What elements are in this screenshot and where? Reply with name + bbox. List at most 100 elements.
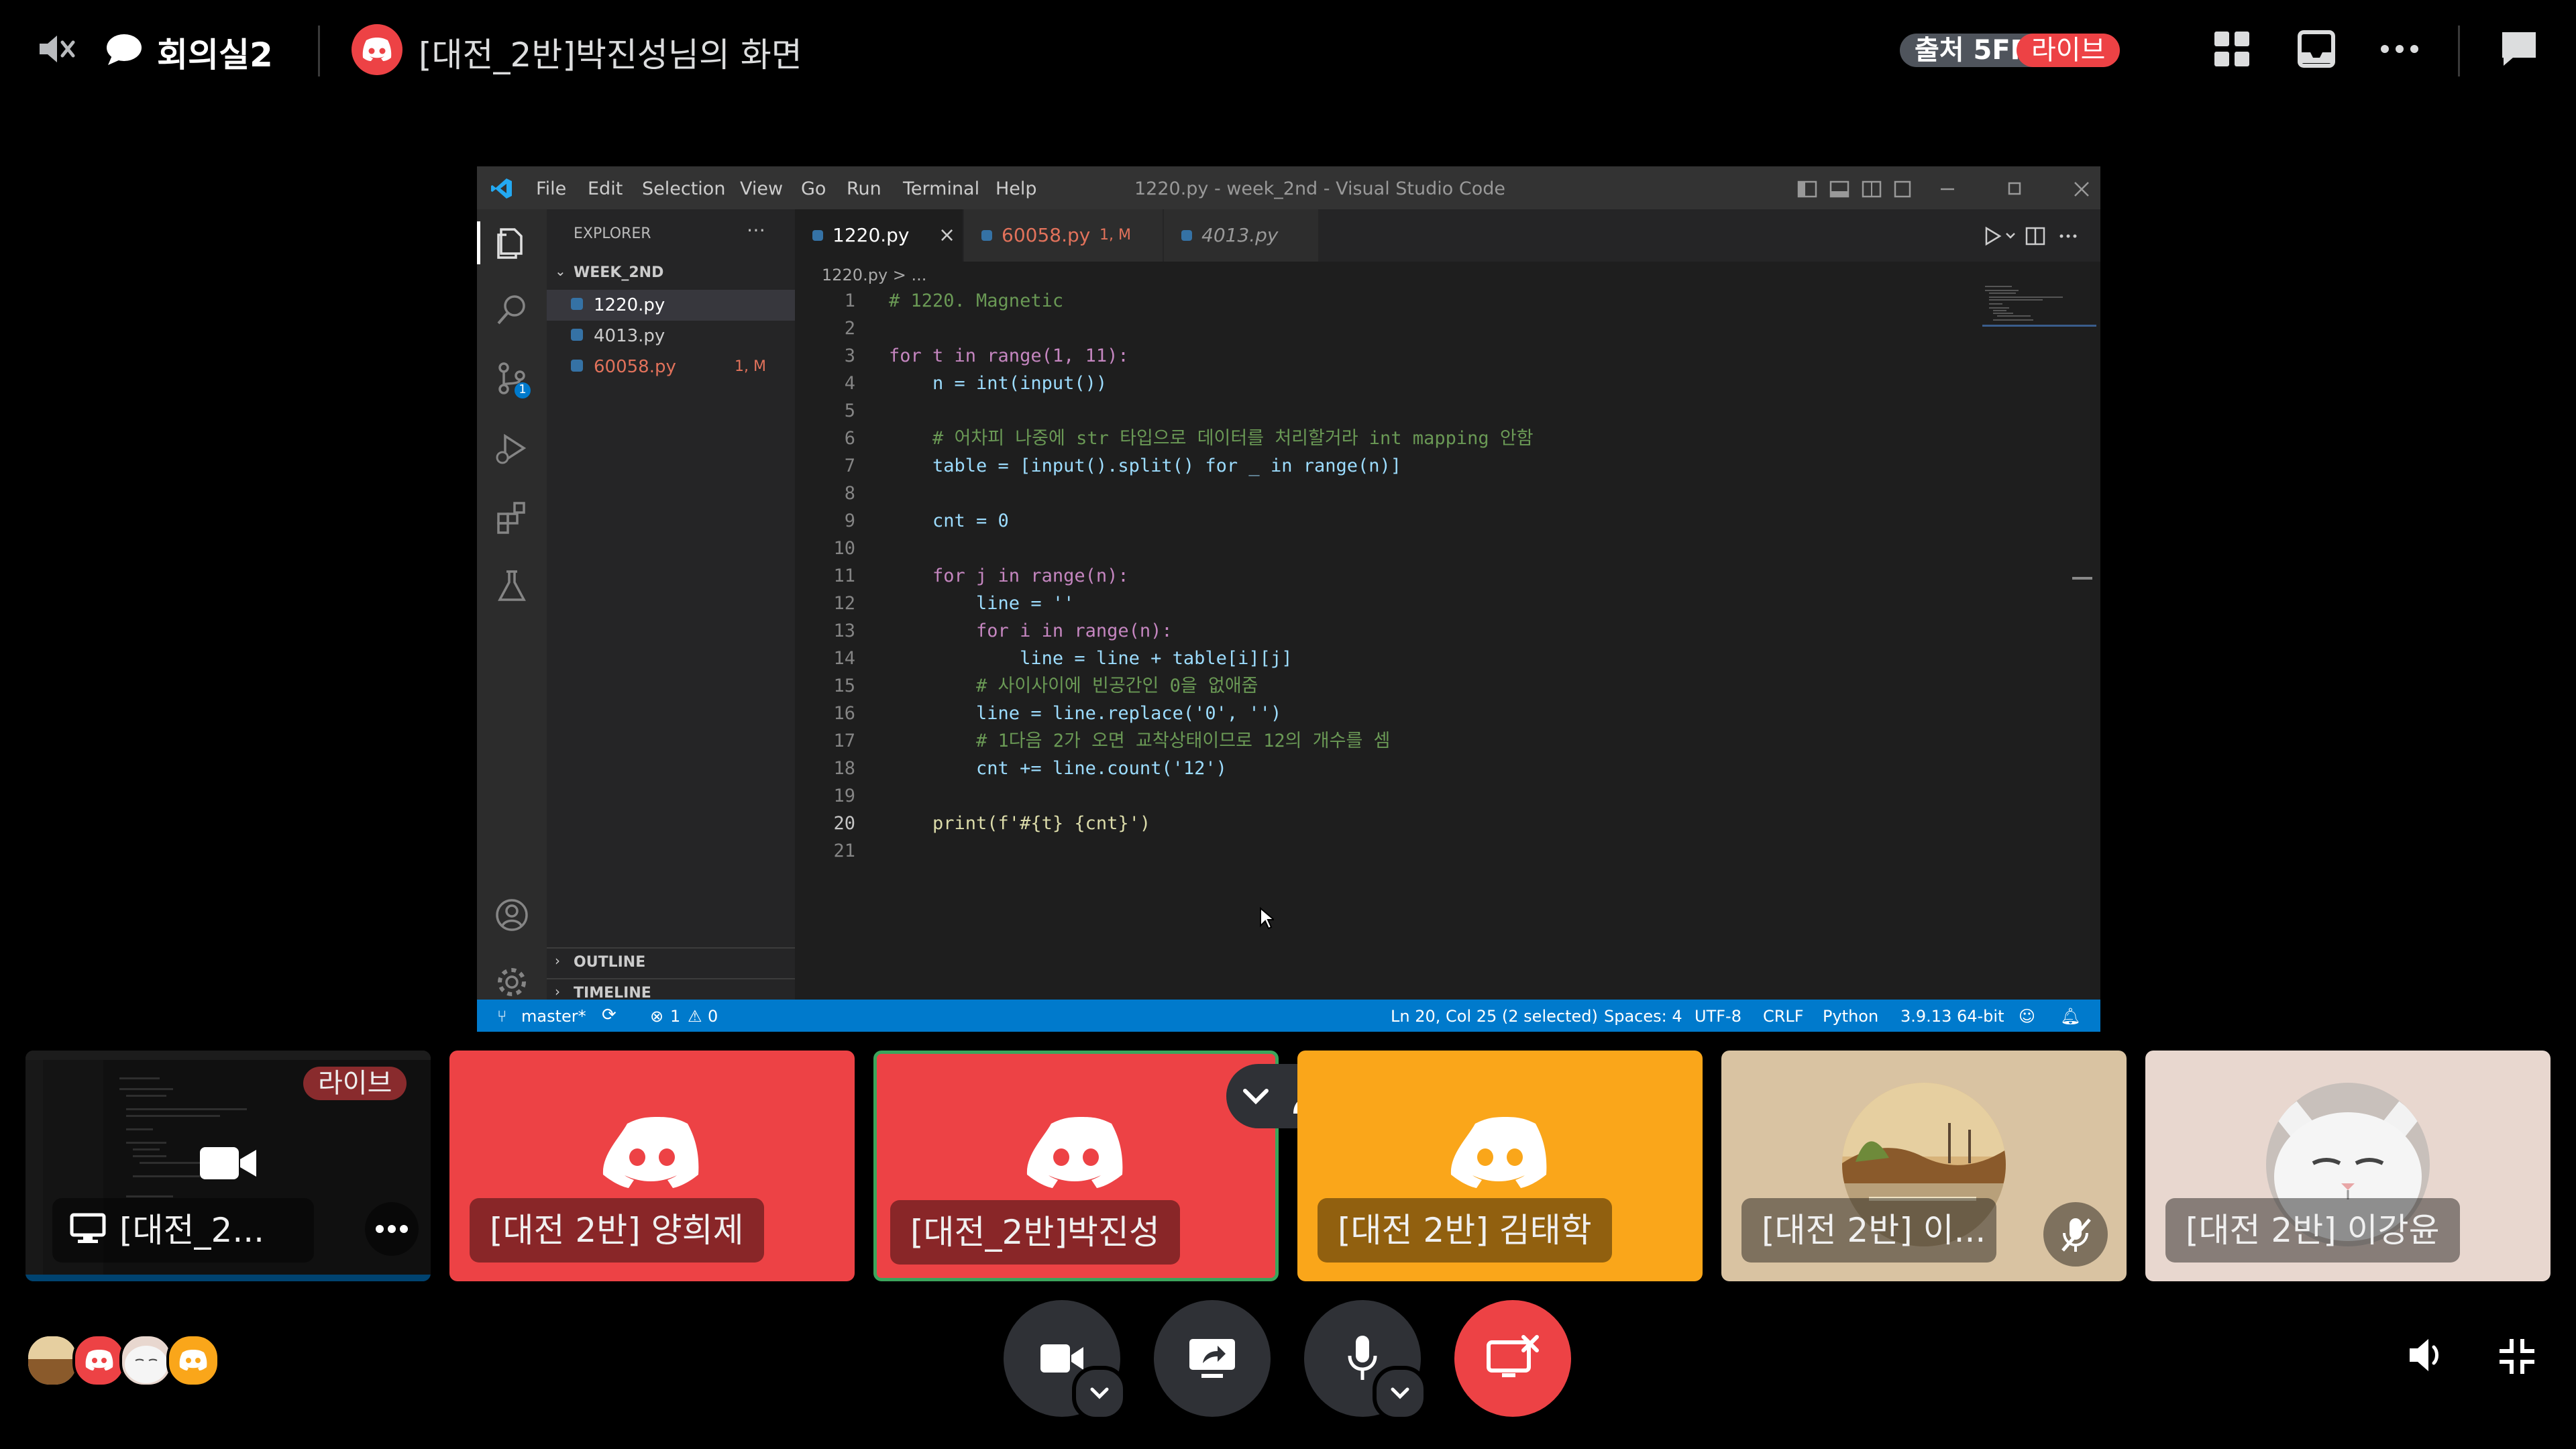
explorer-icon[interactable] [494, 225, 529, 263]
volume-icon[interactable] [2406, 1334, 2449, 1379]
run-debug-icon[interactable] [494, 431, 529, 468]
participant-tile[interactable]: [대전 2반] 양희제 [449, 1051, 855, 1281]
screen-share-icon [1189, 1339, 1235, 1378]
explorer-more-icon[interactable]: ⋯ [747, 219, 767, 241]
live-badge: 라이브 [2017, 34, 2121, 67]
tab-60058[interactable]: 60058.py 1, M [964, 209, 1163, 262]
minimap[interactable] [1982, 284, 2096, 331]
speaker-muted-icon[interactable] [32, 25, 79, 72]
code-line: line = line + table[i][j] [889, 648, 1293, 669]
search-icon[interactable] [494, 292, 529, 330]
menu-view[interactable]: View [740, 178, 783, 199]
chevron-right-icon[interactable]: › [555, 953, 560, 969]
line-number: 1 [844, 290, 855, 311]
line-number: 17 [833, 731, 855, 751]
line-number: 5 [844, 400, 855, 421]
menu-run[interactable]: Run [847, 178, 881, 199]
microphone-options-button[interactable] [1373, 1366, 1428, 1421]
window-title: 1220.py - week_2nd - Visual Studio Code [1134, 178, 1505, 199]
explorer-title: EXPLORER [574, 225, 651, 242]
leave-icon [1487, 1335, 1539, 1377]
code-line: # 어차피 나중에 str 타입으로 데이터를 처리할거라 int mappin… [889, 428, 1534, 449]
file-item[interactable]: 60058.py 1, M [547, 352, 795, 382]
chevron-right-icon[interactable]: › [555, 983, 560, 1000]
avatar[interactable] [25, 1334, 79, 1387]
warning-icon[interactable]: ⚠ [688, 1007, 702, 1026]
menu-selection[interactable]: Selection [642, 178, 725, 199]
chevron-down-icon[interactable]: ⌄ [555, 263, 566, 279]
outline-section[interactable]: OUTLINE [574, 954, 645, 971]
line-number: 4 [844, 373, 855, 394]
chat-icon[interactable] [2496, 25, 2542, 72]
minimize-icon[interactable] [2497, 1336, 2537, 1379]
cursor-position[interactable]: Ln 20, Col 25 (2 selected) [1391, 1007, 1598, 1026]
file-item[interactable]: 1220.py [547, 290, 795, 321]
feedback-icon[interactable]: ☺ [2019, 1007, 2035, 1026]
more-icon[interactable] [2376, 25, 2423, 72]
file-name: 1220.py [594, 295, 665, 315]
python-file-icon [812, 230, 823, 241]
participant-tile[interactable]: [대전 2반] 김태학 [1297, 1051, 1703, 1281]
grid-icon[interactable] [2208, 25, 2255, 72]
line-ending[interactable]: CRLF [1763, 1007, 1804, 1026]
encoding[interactable]: UTF-8 [1695, 1007, 1741, 1026]
window-controls[interactable] [1939, 180, 2094, 201]
python-file-icon [571, 329, 583, 341]
source-control-icon[interactable]: 1 [494, 361, 532, 401]
avatar[interactable] [166, 1334, 220, 1387]
account-icon[interactable] [494, 898, 529, 935]
microphone-icon [1348, 1336, 1377, 1380]
language-mode[interactable]: Python [1823, 1007, 1878, 1026]
tab-1220[interactable]: 1220.py × [795, 209, 963, 262]
discord-avatar-icon [1450, 1114, 1550, 1195]
participant-tile-speaking[interactable]: [대전_2반]박진성 [873, 1051, 1279, 1281]
camera-options-button[interactable] [1072, 1366, 1127, 1421]
close-icon[interactable]: × [938, 209, 955, 262]
indentation[interactable]: Spaces: 4 [1604, 1007, 1682, 1026]
participant-tile[interactable]: [대전 2반] 이강윤 [2145, 1051, 2551, 1281]
breadcrumb[interactable]: 1220.py > ... [822, 266, 926, 284]
tile-more-icon[interactable] [365, 1202, 419, 1256]
layout-icons[interactable] [1797, 180, 1911, 201]
run-play-icon[interactable] [1984, 225, 2091, 250]
menu-go[interactable]: Go [801, 178, 826, 199]
settings-gear-icon[interactable] [494, 965, 529, 1002]
menu-file[interactable]: File [536, 178, 566, 199]
screen-share-button[interactable] [1154, 1300, 1271, 1417]
line-number: 13 [833, 621, 855, 641]
participant-tile[interactable]: [대전 2반] 이... [1721, 1051, 2127, 1281]
sync-icon[interactable]: ⟳ [602, 1005, 616, 1025]
file-item[interactable]: 4013.py [547, 321, 795, 352]
tab-badge: 1, M [1099, 227, 1131, 244]
bell-icon[interactable]: 🔔︎ [2060, 1007, 2080, 1026]
code-line: cnt += line.count('12') [889, 758, 1227, 779]
chevron-down-icon [1241, 1080, 1271, 1115]
inbox-icon[interactable] [2293, 25, 2340, 72]
testing-icon[interactable] [494, 569, 529, 606]
line-number: 14 [833, 648, 855, 669]
line-number: 11 [833, 566, 855, 586]
scrollbar-marker [2072, 577, 2092, 580]
mouse-cursor-icon [1259, 906, 1276, 932]
branch-icon[interactable]: ⑂ [497, 1007, 506, 1026]
line-number: 8 [844, 483, 855, 504]
menu-help[interactable]: Help [996, 178, 1037, 199]
leave-call-button[interactable] [1454, 1300, 1571, 1417]
line-number: 10 [833, 538, 855, 559]
error-icon[interactable]: ⊗ [650, 1007, 663, 1026]
code-editor[interactable]: 1220.py > ... 1 # 1220. Magnetic 2 3 for t… [795, 262, 2100, 1000]
camera-icon [199, 1143, 259, 1186]
chevron-down-icon [1391, 1387, 1409, 1399]
participant-tile-screen[interactable]: 라이브 [대전_2... [25, 1051, 431, 1281]
python-interpreter[interactable]: 3.9.13 64-bit [1900, 1007, 2004, 1026]
folder-name[interactable]: WEEK_2ND [574, 264, 663, 281]
menu-terminal[interactable]: Terminal [903, 178, 979, 199]
tab-4013[interactable]: 4013.py [1164, 209, 1318, 262]
warning-count: 0 [708, 1007, 718, 1026]
avatar[interactable] [72, 1334, 126, 1387]
menu-edit[interactable]: Edit [588, 178, 623, 199]
avatar[interactable] [119, 1334, 173, 1387]
extensions-icon[interactable] [494, 500, 529, 538]
explorer-sidebar: EXPLORER ⋯ ⌄ WEEK_2ND 1220.py 4013.py 60… [547, 209, 795, 1002]
git-branch[interactable]: master* [521, 1007, 586, 1026]
